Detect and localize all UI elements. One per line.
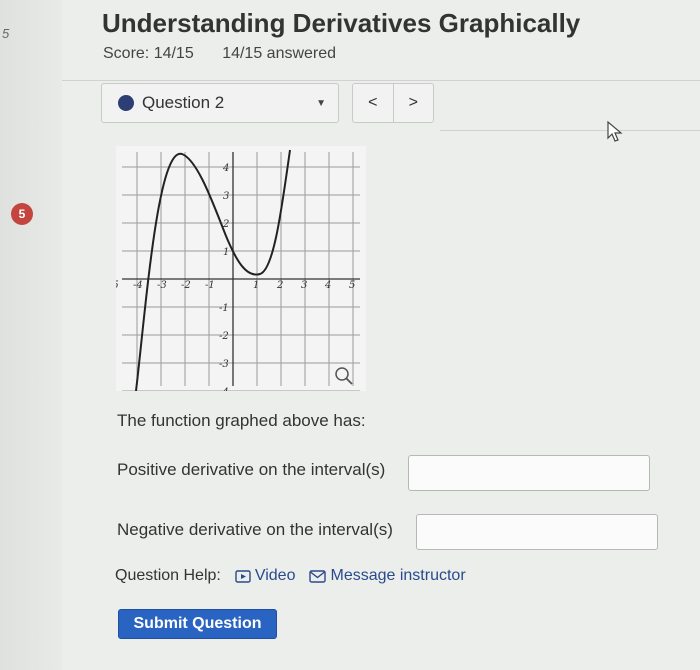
answered-text: 14/15 answered bbox=[222, 45, 337, 62]
score-row: Score: 14/15 14/15 answered bbox=[103, 45, 360, 63]
next-question-button[interactable]: > bbox=[392, 84, 434, 122]
function-graph: -5-4-3-2-112345 4321-1-2-3-4 bbox=[116, 146, 366, 391]
question-help: Question Help: Video Message instructor bbox=[115, 567, 466, 585]
question-select[interactable]: Question 2 ▼ bbox=[101, 83, 339, 123]
x-tick-label: 2 bbox=[276, 280, 283, 291]
previous-question-button[interactable]: < bbox=[353, 84, 393, 122]
positive-derivative-input[interactable] bbox=[408, 455, 650, 491]
y-tick-label: 3 bbox=[223, 191, 229, 202]
question-prompt: The function graphed above has: bbox=[117, 411, 366, 430]
question-select-label: Question 2 bbox=[142, 93, 225, 112]
x-tick-label: 3 bbox=[301, 280, 307, 291]
positive-derivative-label: Positive derivative on the interval(s) bbox=[117, 460, 386, 479]
page-title: Understanding Derivatives Graphically bbox=[102, 8, 581, 38]
y-tick-label: -3 bbox=[219, 359, 229, 370]
message-instructor-label: Message instructor bbox=[330, 567, 466, 584]
x-tick-label: -2 bbox=[181, 280, 191, 291]
video-icon bbox=[235, 569, 251, 583]
negative-derivative-label: Negative derivative on the interval(s) bbox=[117, 520, 393, 539]
y-tick-label: 4 bbox=[222, 163, 229, 174]
toolbar-divider bbox=[440, 130, 700, 131]
question-help-label: Question Help: bbox=[115, 567, 221, 584]
x-tick-label: 1 bbox=[253, 280, 259, 291]
y-tick-label: -1 bbox=[219, 303, 229, 314]
sidebar-mark: 5 bbox=[2, 26, 10, 41]
submit-question-button[interactable]: Submit Question bbox=[118, 609, 277, 639]
y-tick-label: -4 bbox=[219, 387, 229, 391]
negative-derivative-input[interactable] bbox=[416, 514, 658, 550]
x-tick-label: -3 bbox=[157, 280, 167, 291]
envelope-icon bbox=[309, 569, 327, 583]
x-tick-label: 5 bbox=[349, 280, 355, 291]
x-tick-label: -1 bbox=[205, 280, 215, 291]
sidebar: 5 5 bbox=[0, 0, 62, 670]
header-divider bbox=[62, 80, 700, 81]
video-link[interactable]: Video bbox=[235, 567, 296, 585]
y-tick-label: 1 bbox=[223, 247, 229, 258]
question-nav: < > bbox=[352, 83, 434, 123]
question-number-badge[interactable]: 5 bbox=[11, 203, 33, 225]
x-tick-label: -4 bbox=[133, 280, 143, 291]
mouse-cursor-icon bbox=[607, 120, 623, 142]
dropdown-caret-icon: ▼ bbox=[316, 98, 326, 109]
message-instructor-link[interactable]: Message instructor bbox=[309, 567, 466, 585]
y-tick-label: -2 bbox=[219, 331, 229, 342]
x-tick-label: 4 bbox=[324, 280, 331, 291]
x-tick-label: -5 bbox=[116, 280, 119, 291]
video-link-label: Video bbox=[254, 567, 296, 584]
question-status-dot bbox=[118, 95, 134, 111]
score-text: Score: 14/15 bbox=[103, 45, 194, 62]
